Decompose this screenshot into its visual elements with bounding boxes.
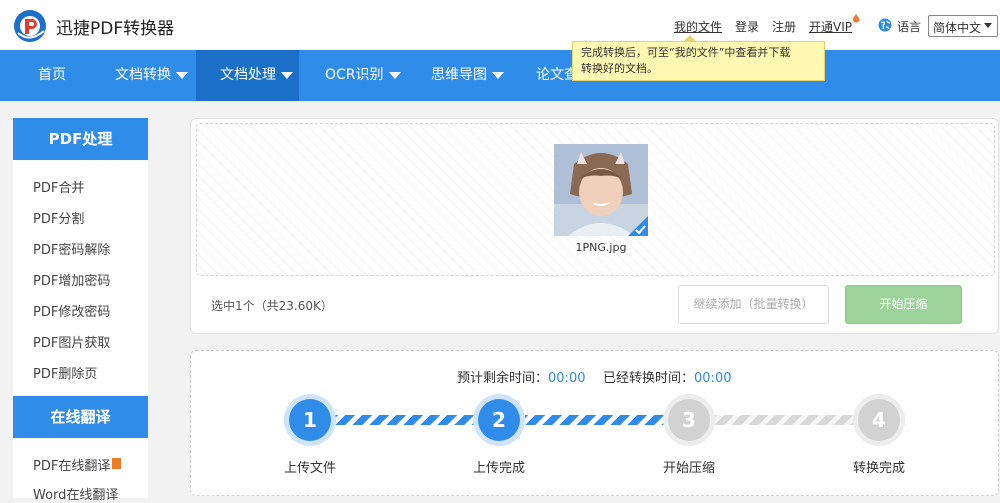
check-icon [628, 216, 648, 236]
caret-down-icon [388, 71, 401, 79]
sidebar-item-pdf-unlock[interactable]: PDF密码解除 [33, 239, 110, 258]
step-3-number: 3 [668, 399, 710, 441]
sidebar-item-pdf-extract-images[interactable]: PDF图片获取 [33, 332, 110, 351]
add-more-files-button[interactable]: 继续添加（批量转换） [678, 285, 829, 324]
header: 迅捷PDF转换器 我的文件 登录 注册 开通VIP 语言 简体中文 [0, 0, 1000, 50]
sidebar: PDF处理 PDF合并 PDF分割 PDF密码解除 PDF增加密码 PDF修改密… [13, 118, 148, 503]
login-link[interactable]: 登录 [735, 18, 759, 35]
upload-panel: 1PNG.jpg 选中1个（共23.60K） 继续添加（批量转换） 开始压缩 [190, 118, 999, 334]
sidebar-item-pdf-delete-pages[interactable]: PDF删除页 [33, 363, 97, 382]
sidebar-item-label: PDF在线翻译 [33, 459, 111, 474]
remaining-time-label: 预计剩余时间： [457, 371, 549, 386]
remaining-time: 预计剩余时间：00:00 [457, 367, 585, 386]
caret-down-icon [492, 71, 504, 79]
step-2-label: 上传完成 [472, 461, 525, 476]
step-4-number: 4 [858, 399, 900, 441]
tooltip-line-2: 转换好的文档。 [581, 62, 658, 75]
main-nav: 首页 文档转换 文档处理 OCR识别 思维导图 论文查 [0, 50, 1000, 101]
start-compress-button[interactable]: 开始压缩 [845, 285, 962, 324]
vip-link[interactable]: 开通VIP [809, 18, 852, 35]
caret-down-icon [176, 71, 188, 79]
progress-segment-1 [335, 415, 481, 425]
step-2-number: 2 [478, 399, 520, 441]
file-dropzone[interactable]: 1PNG.jpg [196, 123, 995, 276]
nav-item-doc-convert[interactable]: 文档转换 [115, 50, 188, 101]
language-select-value: 简体中文 [933, 21, 982, 35]
my-files-link[interactable]: 我的文件 [674, 18, 722, 35]
sidebar-item-pdf-change-password[interactable]: PDF修改密码 [33, 301, 110, 320]
nav-item-label: 首页 [38, 67, 66, 83]
step-4-label: 转换完成 [852, 461, 905, 476]
step-1-number: 1 [289, 399, 331, 441]
elapsed-time-label: 已经转换时间： [603, 371, 695, 386]
selected-files-info: 选中1个（共23.60K） [211, 299, 333, 313]
sidebar-item-word-translate[interactable]: Word在线翻译 [33, 484, 118, 503]
nav-item-doc-process[interactable]: 文档处理 [196, 50, 299, 101]
sidebar-section-translate-title: 在线翻译 [13, 396, 148, 438]
nav-item-label: 文档处理 [220, 67, 276, 83]
sidebar-item-pdf-add-password[interactable]: PDF增加密码 [33, 270, 110, 289]
vip-flame-icon [852, 14, 860, 23]
file-thumbnail[interactable] [554, 144, 648, 236]
my-files-tooltip: 完成转换后，可至“我的文件”中查看并下载 转换好的文档。 [572, 41, 825, 81]
chevron-down-icon [984, 23, 992, 28]
sidebar-item-pdf-split[interactable]: PDF分割 [33, 208, 84, 227]
file-name: 1PNG.jpg [575, 241, 627, 254]
nav-item-ocr[interactable]: OCR识别 [325, 50, 401, 101]
step-2: 2 [473, 394, 525, 446]
step-1: 1 [284, 394, 336, 446]
nav-item-mindmap[interactable]: 思维导图 [431, 50, 504, 101]
sidebar-item-pdf-merge[interactable]: PDF合并 [33, 177, 84, 196]
register-link[interactable]: 注册 [772, 18, 796, 35]
step-1-label: 上传文件 [283, 461, 336, 476]
tooltip-line-1: 完成转换后，可至“我的文件”中查看并下载 [581, 46, 791, 59]
nav-item-label: OCR识别 [325, 67, 384, 83]
step-3-label: 开始压缩 [662, 461, 715, 476]
app-title: 迅捷PDF转换器 [56, 19, 175, 39]
caret-down-icon [281, 71, 293, 79]
progress-segment-3 [714, 415, 860, 425]
nav-item-label: 思维导图 [431, 67, 487, 83]
elapsed-time: 已经转换时间：00:00 [603, 367, 731, 386]
language-label: 语言 [897, 20, 922, 34]
remaining-time-value: 00:00 [548, 371, 586, 386]
step-4: 4 [853, 394, 905, 446]
globe-icon [878, 18, 892, 32]
nav-item-home[interactable]: 首页 [38, 50, 66, 101]
step-3: 3 [663, 394, 715, 446]
app-logo-icon[interactable] [13, 9, 47, 43]
elapsed-time-value: 00:00 [694, 371, 732, 386]
language-select[interactable]: 简体中文 [928, 15, 998, 37]
sidebar-item-pdf-translate[interactable]: PDF在线翻译 [33, 455, 122, 474]
sidebar-section-pdf-title: PDF处理 [13, 118, 148, 160]
hot-badge-icon [112, 458, 122, 469]
progress-segment-2 [525, 415, 671, 425]
progress-panel: 预计剩余时间：00:00 已经转换时间：00:00 1 2 3 4 上传文件 上… [190, 350, 999, 496]
nav-item-label: 文档转换 [115, 67, 171, 83]
